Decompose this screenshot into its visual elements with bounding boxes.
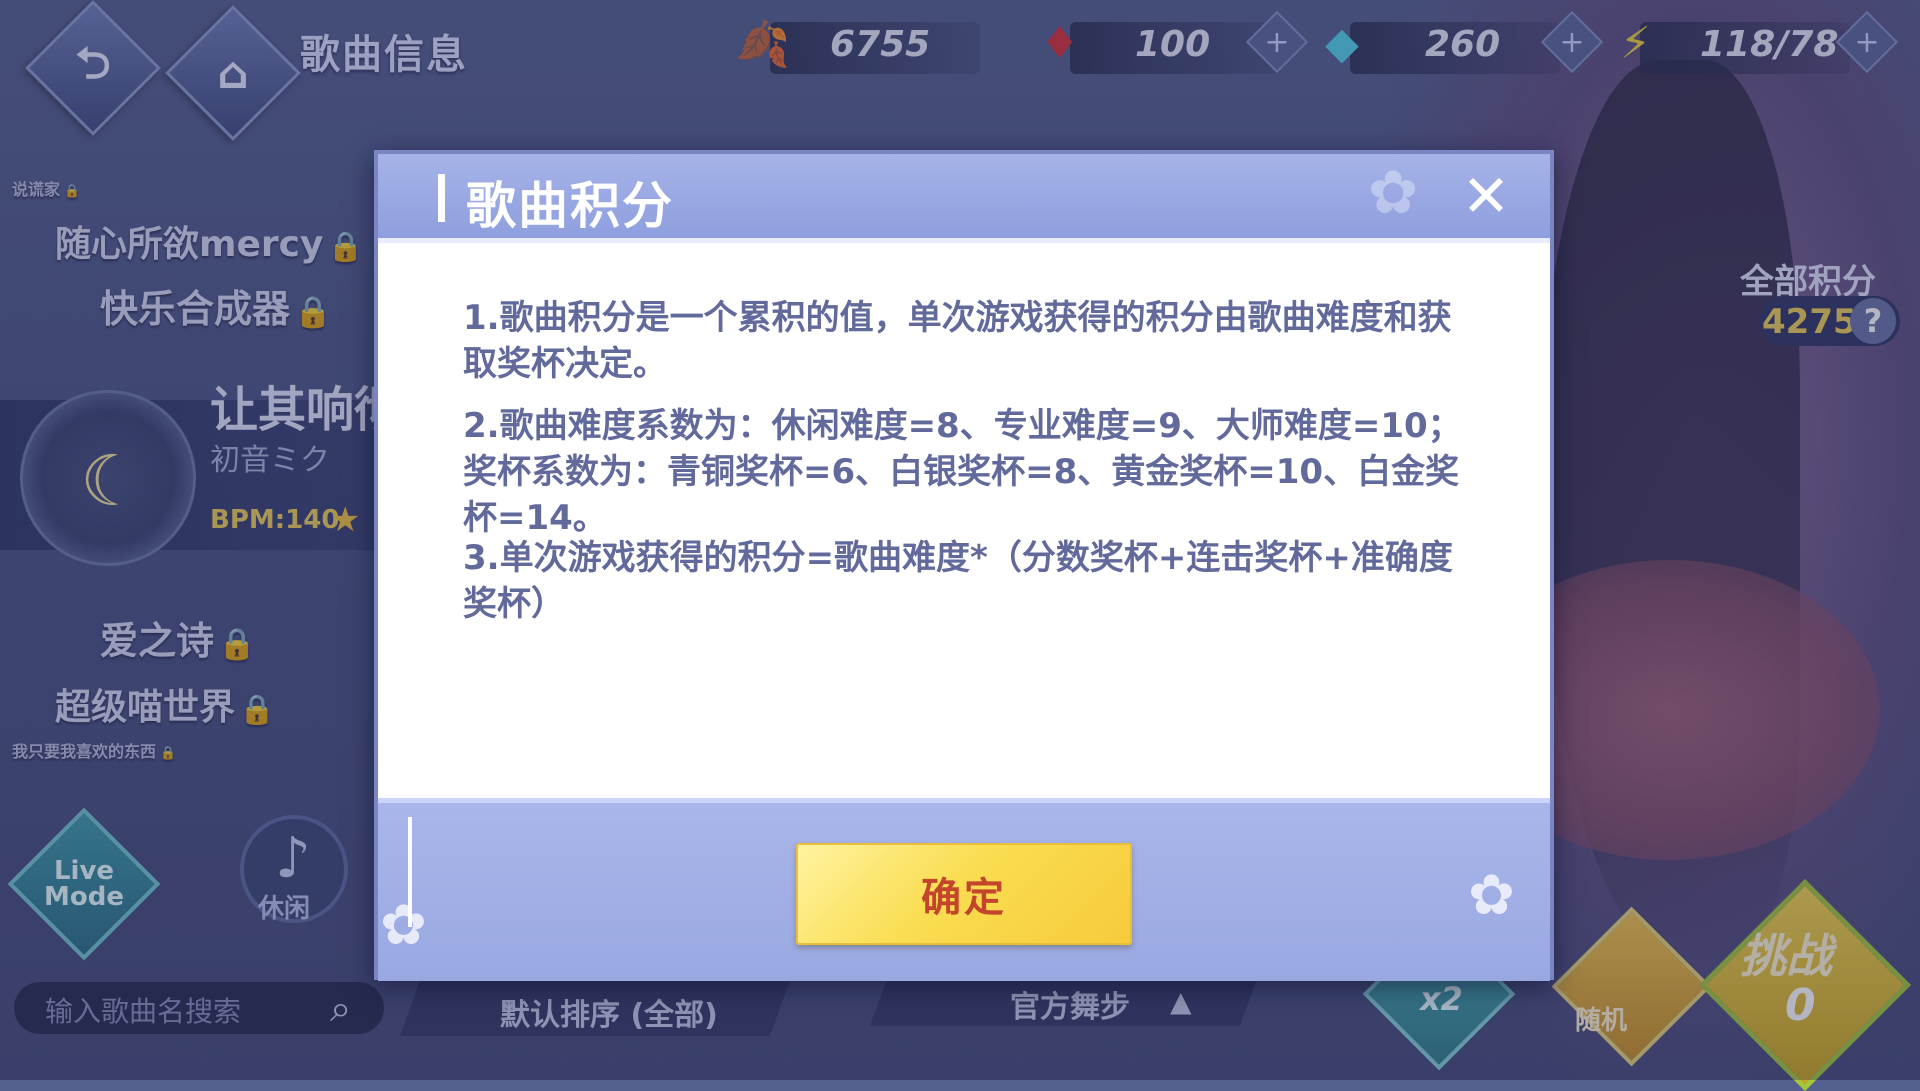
flower-icon: ✿ bbox=[1368, 158, 1419, 228]
title-accent-bar bbox=[438, 174, 445, 222]
flower-icon: ✿ bbox=[380, 893, 427, 958]
dialog-title: 歌曲积分 bbox=[466, 177, 674, 235]
confirm-label: 确定 bbox=[921, 875, 1007, 921]
confirm-button[interactable]: 确定 bbox=[796, 843, 1132, 945]
close-icon[interactable]: ✕ bbox=[1456, 162, 1516, 230]
dialog-body: 1.歌曲积分是一个累积的值，单次游戏获得的积分由歌曲难度和获取奖杯决定。 2.歌… bbox=[378, 243, 1550, 798]
rule-paragraph-2: 2.歌曲难度系数为：休闲难度=8、专业难度=9、大师难度=10；奖杯系数为：青铜… bbox=[463, 406, 1462, 538]
rule-paragraph-3: 3.单次游戏获得的积分=歌曲难度*（分数奖杯+连击奖杯+准确度奖杯） bbox=[463, 538, 1453, 624]
dialog-header: 歌曲积分 ✿ ✕ bbox=[378, 154, 1550, 243]
dialog-footer: ✿ ✿ 确定 bbox=[378, 798, 1550, 981]
song-score-dialog: 歌曲积分 ✿ ✕ 1.歌曲积分是一个累积的值，单次游戏获得的积分由歌曲难度和获取… bbox=[374, 150, 1554, 981]
rule-paragraph-1: 1.歌曲积分是一个累积的值，单次游戏获得的积分由歌曲难度和获取奖杯决定。 bbox=[463, 298, 1452, 384]
flower-icon: ✿ bbox=[1468, 863, 1515, 928]
